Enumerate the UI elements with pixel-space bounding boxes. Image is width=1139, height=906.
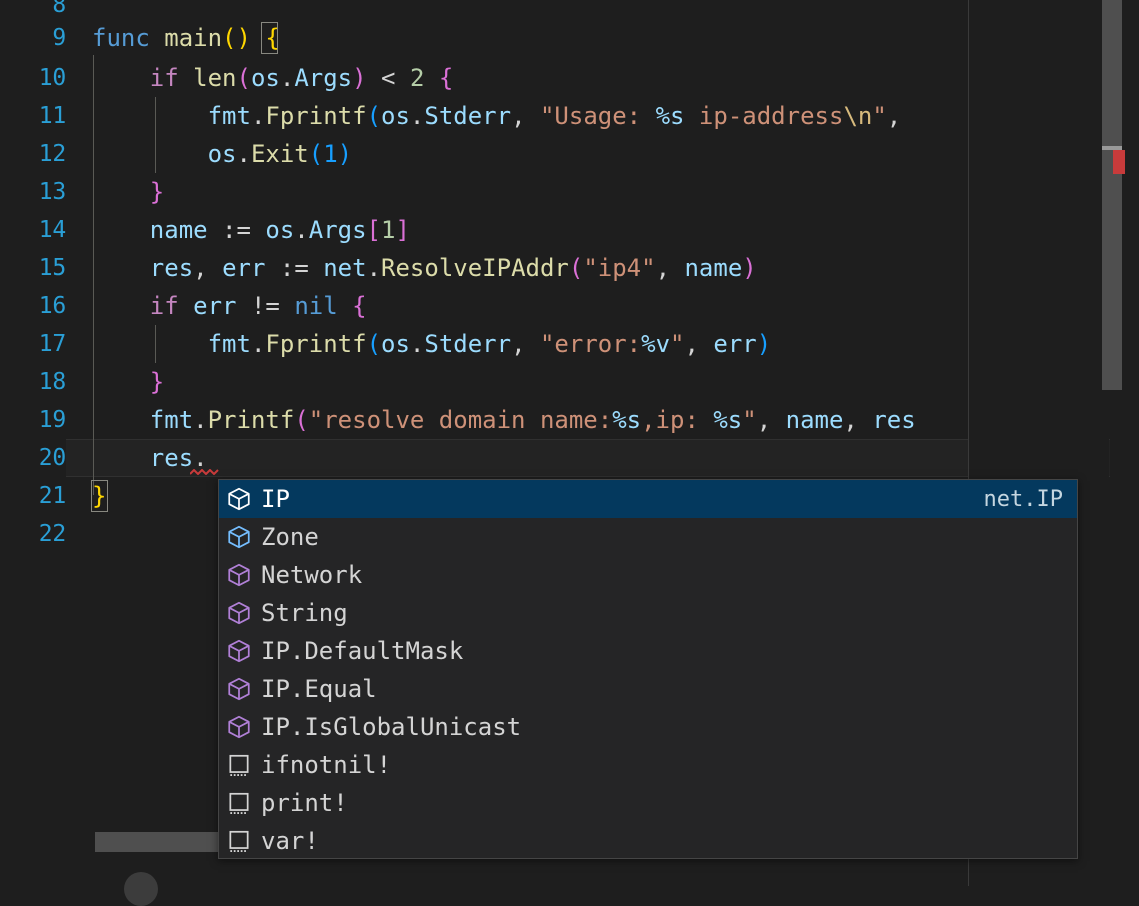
suggest-item-detail: net.IP bbox=[984, 487, 1077, 512]
suggest-item-label: IP bbox=[261, 485, 290, 513]
field-cube-icon bbox=[225, 485, 253, 513]
suggest-item-ip[interactable]: IP net.IP bbox=[219, 480, 1077, 518]
vertical-scrollbar-thumb[interactable] bbox=[1102, 0, 1122, 390]
error-squiggle bbox=[190, 469, 220, 475]
code-line-16[interactable]: if err != nil { bbox=[92, 287, 367, 325]
snippet-icon bbox=[225, 827, 253, 855]
suggest-item-ip-defaultmask[interactable]: IP.DefaultMask bbox=[219, 632, 1077, 670]
snippet-icon bbox=[225, 751, 253, 779]
suggest-item-string[interactable]: String bbox=[219, 594, 1077, 632]
suggest-item-network[interactable]: Network bbox=[219, 556, 1077, 594]
code-line-18[interactable]: } bbox=[92, 363, 164, 401]
code-line-10[interactable]: if len(os.Args) < 2 { bbox=[92, 59, 453, 97]
method-cube-icon bbox=[225, 637, 253, 665]
suggest-item-label: Network bbox=[261, 561, 362, 589]
code-line-12[interactable]: os.Exit(1) bbox=[92, 135, 352, 173]
code-line-17[interactable]: fmt.Fprintf(os.Stderr, "error:%v", err) bbox=[92, 325, 771, 363]
code-editor[interactable]: 8 9 10 11 12 13 14 15 16 17 18 19 20 21 … bbox=[0, 0, 1139, 886]
token-string: "Usage: bbox=[540, 102, 656, 130]
suggest-item-label: ifnotnil! bbox=[261, 751, 391, 779]
method-cube-icon bbox=[225, 675, 253, 703]
suggest-item-label: String bbox=[261, 599, 348, 627]
suggest-item-zone[interactable]: Zone bbox=[219, 518, 1077, 556]
field-cube-icon bbox=[225, 523, 253, 551]
cursor-blob bbox=[124, 872, 158, 906]
overview-ruler-error-marker[interactable] bbox=[1113, 150, 1125, 174]
code-line-21[interactable]: } bbox=[92, 477, 106, 515]
method-cube-icon bbox=[225, 599, 253, 627]
snippet-icon bbox=[225, 789, 253, 817]
suggest-item-ip-isglobalunicast[interactable]: IP.IsGlobalUnicast bbox=[219, 708, 1077, 746]
code-line-11[interactable]: fmt.Fprintf(os.Stderr, "Usage: %s ip-add… bbox=[92, 97, 901, 135]
code-line-13[interactable]: } bbox=[92, 173, 164, 211]
code-line-19[interactable]: fmt.Printf("resolve domain name:%s,ip: %… bbox=[92, 401, 916, 439]
token-keyword: func bbox=[92, 24, 150, 52]
suggest-item-label: var! bbox=[261, 827, 319, 855]
suggest-item-label: IP.IsGlobalUnicast bbox=[261, 713, 521, 741]
suggest-item-label: print! bbox=[261, 789, 348, 817]
suggest-item-ip-equal[interactable]: IP.Equal bbox=[219, 670, 1077, 708]
suggest-item-label: IP.Equal bbox=[261, 675, 377, 703]
suggestion-popup[interactable]: IP net.IP Zone Network String bbox=[218, 479, 1078, 859]
suggest-item-label: IP.DefaultMask bbox=[261, 637, 463, 665]
suggest-item-var[interactable]: var! bbox=[219, 822, 1077, 859]
suggest-item-print[interactable]: print! bbox=[219, 784, 1077, 822]
code-line-14[interactable]: name := os.Args[1] bbox=[92, 211, 410, 249]
method-cube-icon bbox=[225, 713, 253, 741]
token-brace-open: { bbox=[265, 24, 279, 52]
token-control: if bbox=[150, 64, 179, 92]
token-function: main bbox=[164, 24, 222, 52]
suggest-item-ifnotnil[interactable]: ifnotnil! bbox=[219, 746, 1077, 784]
suggest-item-label: Zone bbox=[261, 523, 319, 551]
code-line-15[interactable]: res, err := net.ResolveIPAddr("ip4", nam… bbox=[92, 249, 757, 287]
token-brace-close: } bbox=[92, 482, 106, 510]
method-cube-icon bbox=[225, 561, 253, 589]
code-line-9[interactable]: func main() { bbox=[92, 19, 280, 57]
